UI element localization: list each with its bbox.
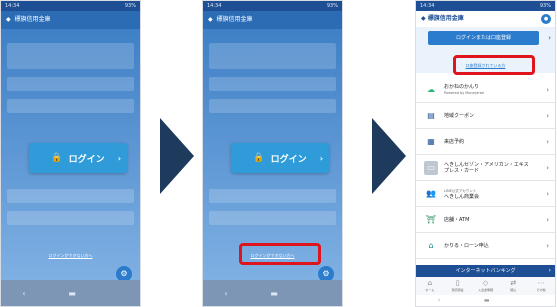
menu-label: かりる・ローン申込 <box>444 242 489 249</box>
chevron-right-icon: › <box>546 137 549 146</box>
menu-item-card[interactable]: ▭ へきしんセゾン・アメリカン・エキスプレス・カード › <box>416 155 555 181</box>
people-icon: 👥 <box>426 189 436 198</box>
android-nav-bar: ‹ ▬ <box>416 295 555 306</box>
menu-item-line[interactable]: 👥 LINE公式アカウント へきしん商業会 › <box>416 181 555 207</box>
other-tab-icon: ⋯ <box>537 279 545 287</box>
blurred-row <box>209 189 336 203</box>
blurred-row <box>7 211 134 225</box>
step-arrow-icon <box>372 118 406 194</box>
balance-tab-icon: ▯ <box>455 279 460 287</box>
tab-home[interactable]: ⌂ ホーム <box>418 279 442 292</box>
chevron-right-icon: › <box>546 215 549 224</box>
login-help-link[interactable]: ログインができない方へ <box>1 253 140 259</box>
chevron-right-icon: › <box>319 153 323 163</box>
tab-history[interactable]: ◇ 入出金明細 <box>473 279 497 292</box>
status-battery: 93% <box>326 3 338 9</box>
login-button-label: ログイン <box>270 154 307 165</box>
menu-item-coupon[interactable]: ▤ 地域クーポン › <box>416 103 555 129</box>
status-time: 14:34 <box>207 3 222 9</box>
step-arrow-icon <box>160 118 194 194</box>
highlight-box <box>453 55 535 75</box>
notification-badge-icon[interactable]: ● <box>541 14 551 24</box>
blurred-row <box>209 99 336 113</box>
coupon-icon: ▤ <box>427 111 435 120</box>
home-icon: ⌂ <box>428 241 434 250</box>
phone-screen-3: 14:34 93% ◆ 標旗信用金庫 ● ログインまたは口座登録 › 口座登録さ… <box>415 0 556 307</box>
menu-label: へきしんセゾン・アメリカン・エキスプレス・カード <box>444 161 529 174</box>
status-bar: 14:34 93% <box>416 1 555 11</box>
chevron-right-icon: › <box>546 241 549 250</box>
nav-home-icon[interactable]: ▬ <box>484 297 490 304</box>
chevron-right-icon: › <box>548 267 551 274</box>
android-nav-bar: ‹ ▬ <box>1 280 140 306</box>
menu-item-reservation[interactable]: ▦ 来店予約 › <box>416 129 555 155</box>
blurred-row <box>7 77 134 91</box>
chevron-right-icon: › <box>548 34 551 42</box>
login-button-label: ログイン <box>68 154 105 165</box>
internet-banking-label: インターネットバンキング <box>455 268 516 274</box>
login-register-button[interactable]: ログインまたは口座登録 <box>428 31 539 45</box>
app-header: ◆ 標旗信用金庫 <box>203 11 342 29</box>
logo-icon: ◆ <box>208 16 213 23</box>
phone-screen-1: 14:34 93% ◆ 標旗信用金庫 🔒 ログイン › ログインができない方へ … <box>0 0 141 307</box>
atm-icon: ⛩ <box>425 215 437 224</box>
status-time: 14:34 <box>420 3 435 9</box>
app-header: ◆ 標旗信用金庫 ● <box>416 11 555 27</box>
phone-screen-2: 14:34 93% ◆ 標旗信用金庫 🔒 ログイン › ログインができない方へ … <box>202 0 343 307</box>
nav-home-icon[interactable]: ▬ <box>270 289 278 298</box>
blurred-panel <box>7 43 134 69</box>
calendar-icon: ▦ <box>427 137 435 146</box>
menu-label: 来店予約 <box>444 138 465 145</box>
chevron-right-icon: › <box>546 111 549 120</box>
bottom-tab-bar: ⌂ ホーム ▯ 残高照会 ◇ 入出金明細 ⇄ 振込 ⋯ その他 <box>416 277 555 297</box>
blurred-row <box>7 189 134 203</box>
app-title: 標旗信用金庫 <box>216 16 253 23</box>
logo-icon: ◆ <box>421 15 428 22</box>
app-header: ◆ 標旗信用金庫 <box>1 11 140 29</box>
menu-label: へきしん商業会 <box>444 193 480 200</box>
nav-back-icon[interactable]: ‹ <box>22 289 25 298</box>
chevron-right-icon: › <box>117 153 121 163</box>
menu-item-loan[interactable]: ⌂ かりる・ローン申込 › <box>416 233 555 259</box>
lock-icon: 🔒 <box>253 153 265 163</box>
logo-icon: ◆ <box>6 16 11 23</box>
menu-label: 店舗・ATM <box>444 216 470 223</box>
blurred-row <box>7 99 134 113</box>
tab-balance[interactable]: ▯ 残高照会 <box>446 279 470 292</box>
home-tab-icon: ⌂ <box>427 279 433 287</box>
history-tab-icon: ◇ <box>482 279 489 287</box>
blurred-row <box>209 211 336 225</box>
menu-label: 地域クーポン <box>444 112 475 119</box>
menu-item-okane[interactable]: ☁ おかねのかんり Powered by Moneytree › <box>416 77 555 103</box>
android-nav-bar: ‹ ▬ <box>203 280 342 306</box>
app-title: 標旗信用金庫 <box>427 15 464 22</box>
chevron-right-icon: › <box>546 85 549 94</box>
internet-banking-bar[interactable]: インターネットバンキング › <box>416 265 555 277</box>
status-bar: 14:34 93% <box>203 1 342 11</box>
status-bar: 14:34 93% <box>1 1 140 11</box>
login-button[interactable]: 🔒 ログイン › <box>29 143 127 173</box>
card-icon: ▭ <box>424 160 438 175</box>
transfer-tab-icon: ⇄ <box>510 279 517 287</box>
wallet-icon: ☁ <box>427 85 435 94</box>
menu-label: おかねのかんり <box>444 83 480 90</box>
highlight-box <box>239 243 321 265</box>
blurred-row <box>209 77 336 91</box>
login-button[interactable]: 🔒 ログイン › <box>231 143 329 173</box>
status-battery: 93% <box>539 3 551 9</box>
nav-home-icon[interactable]: ▬ <box>68 289 76 298</box>
tab-other[interactable]: ⋯ その他 <box>529 279 553 292</box>
chevron-right-icon: › <box>546 189 549 198</box>
nav-back-icon[interactable]: ‹ <box>224 289 227 298</box>
status-time: 14:34 <box>5 3 20 9</box>
chevron-right-icon: › <box>546 163 549 172</box>
tab-transfer[interactable]: ⇄ 振込 <box>501 279 525 292</box>
menu-item-atm[interactable]: ⛩ 店舗・ATM › <box>416 207 555 233</box>
status-battery: 93% <box>124 3 136 9</box>
lock-icon: 🔒 <box>51 153 63 163</box>
blurred-panel <box>209 43 336 69</box>
app-title: 標旗信用金庫 <box>14 16 51 23</box>
menu-sublabel: Powered by Moneytree <box>444 90 485 95</box>
nav-back-icon[interactable]: ‹ <box>438 297 440 304</box>
